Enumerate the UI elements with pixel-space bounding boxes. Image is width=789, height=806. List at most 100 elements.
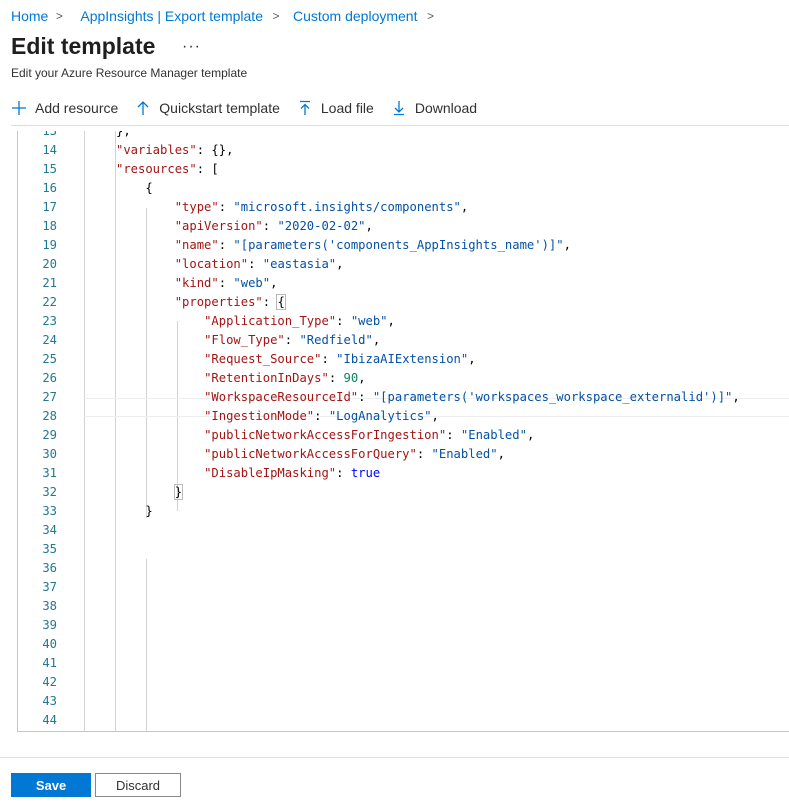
code-token: , bbox=[732, 390, 740, 404]
code-token: : bbox=[416, 447, 432, 461]
line-number: 15 bbox=[42, 162, 57, 176]
plus-icon bbox=[12, 101, 26, 115]
save-button[interactable]: Save bbox=[11, 773, 91, 797]
code-token: : bbox=[336, 314, 351, 328]
code-token: { bbox=[116, 181, 153, 195]
code-text: "kind": "web", bbox=[116, 274, 278, 293]
chevron-right-icon: > bbox=[272, 9, 280, 23]
code-line: 21 "kind": "web", bbox=[18, 274, 789, 293]
code-token: "properties" bbox=[174, 295, 263, 309]
code-line: 37 bbox=[18, 578, 789, 597]
code-line: 40 bbox=[18, 635, 789, 654]
code-text: "publicNetworkAccessForQuery": "Enabled"… bbox=[116, 445, 505, 464]
more-options-button[interactable]: ··· bbox=[182, 38, 201, 56]
line-number: 19 bbox=[42, 238, 57, 252]
code-line: 26 "RetentionInDays": 90, bbox=[18, 369, 789, 388]
load-file-label: Load file bbox=[320, 100, 374, 116]
line-number: 26 bbox=[42, 371, 57, 385]
line-number: 16 bbox=[42, 181, 57, 195]
code-token: "LogAnalytics" bbox=[328, 409, 432, 423]
code-token: , bbox=[372, 333, 381, 347]
code-token: }, bbox=[116, 131, 131, 138]
code-token: : bbox=[218, 200, 234, 214]
matched-bracket: } bbox=[173, 484, 184, 500]
code-token: "name" bbox=[174, 238, 219, 252]
code-text: "resources": [ bbox=[116, 160, 219, 179]
chevron-right-icon: > bbox=[426, 9, 434, 23]
quickstart-template-button[interactable]: Quickstart template bbox=[135, 100, 280, 116]
code-line: 31 "DisableIpMasking": true bbox=[18, 464, 789, 483]
code-line: 28 "IngestionMode": "LogAnalytics", bbox=[18, 407, 789, 426]
code-text: "type": "microsoft.insights/components", bbox=[116, 198, 469, 217]
breadcrumb-custom-deployment[interactable]: Custom deployment bbox=[293, 8, 418, 24]
code-line: 13}, bbox=[18, 131, 789, 141]
breadcrumb-export-template[interactable]: AppInsights | Export template bbox=[80, 8, 263, 24]
code-token: : bbox=[314, 409, 329, 423]
code-line: 17 "type": "microsoft.insights/component… bbox=[18, 198, 789, 217]
line-number: 44 bbox=[42, 713, 57, 727]
code-token: , bbox=[365, 219, 373, 233]
code-token: : bbox=[321, 352, 337, 366]
code-token: "apiVersion" bbox=[174, 219, 263, 233]
code-token: "[parameters('workspaces_workspace_exter… bbox=[372, 390, 733, 404]
line-number: 37 bbox=[42, 580, 57, 594]
line-number: 18 bbox=[42, 219, 57, 233]
code-line: 32 } bbox=[18, 483, 789, 502]
code-token: , bbox=[431, 409, 439, 423]
code-token: "Enabled" bbox=[460, 428, 527, 442]
code-token: "IbizaAIExtension" bbox=[336, 352, 469, 366]
line-number: 17 bbox=[42, 200, 57, 214]
code-line: 16 { bbox=[18, 179, 789, 198]
breadcrumb-home[interactable]: Home bbox=[11, 8, 48, 24]
code-token: "[parameters('components_AppInsights_nam… bbox=[233, 238, 564, 252]
code-token: , bbox=[526, 428, 535, 442]
line-number: 20 bbox=[42, 257, 57, 271]
code-token: "RetentionInDays" bbox=[204, 371, 329, 385]
code-text: "RetentionInDays": 90, bbox=[116, 369, 365, 388]
breadcrumb: Home > AppInsights | Export template > C… bbox=[11, 7, 448, 25]
line-number: 43 bbox=[42, 694, 57, 708]
code-editor[interactable]: 13}, 14 "variables": {}, 15 "resources": [16… bbox=[17, 131, 789, 732]
code-token: "resources" bbox=[116, 162, 197, 176]
line-number: 42 bbox=[42, 675, 57, 689]
code-line: 15 "resources": [ bbox=[18, 160, 789, 179]
load-file-button[interactable]: Load file bbox=[297, 100, 374, 116]
code-token: "Request_Source" bbox=[204, 352, 322, 366]
line-number: 31 bbox=[42, 466, 57, 480]
code-text: "IngestionMode": "LogAnalytics", bbox=[116, 407, 439, 426]
discard-button[interactable]: Discard bbox=[95, 773, 181, 797]
line-number: 35 bbox=[42, 542, 57, 556]
code-token: "publicNetworkAccessForQuery" bbox=[204, 447, 417, 461]
line-number: 14 bbox=[42, 143, 57, 157]
code-token: : bbox=[218, 276, 234, 290]
line-number: 33 bbox=[42, 504, 57, 518]
download-button[interactable]: Download bbox=[391, 100, 477, 116]
code-token: "DisableIpMasking" bbox=[204, 466, 337, 480]
code-token: , bbox=[387, 314, 395, 328]
download-label: Download bbox=[414, 100, 478, 116]
code-token: "Application_Type" bbox=[204, 314, 337, 328]
add-resource-button[interactable]: Add resource bbox=[11, 100, 118, 116]
code-token: , bbox=[336, 257, 344, 271]
code-text: "variables": {}, bbox=[116, 141, 233, 160]
add-resource-label: Add resource bbox=[35, 100, 119, 116]
code-text: } bbox=[116, 483, 184, 502]
code-token: : bbox=[218, 238, 234, 252]
code-token: "web" bbox=[233, 276, 271, 290]
line-number: 27 bbox=[42, 390, 57, 404]
code-line: 42 bbox=[18, 673, 789, 692]
code-token: , bbox=[497, 447, 505, 461]
code-token: , bbox=[460, 200, 469, 214]
code-token: , bbox=[468, 352, 476, 366]
code-token: "microsoft.insights/components" bbox=[233, 200, 461, 214]
